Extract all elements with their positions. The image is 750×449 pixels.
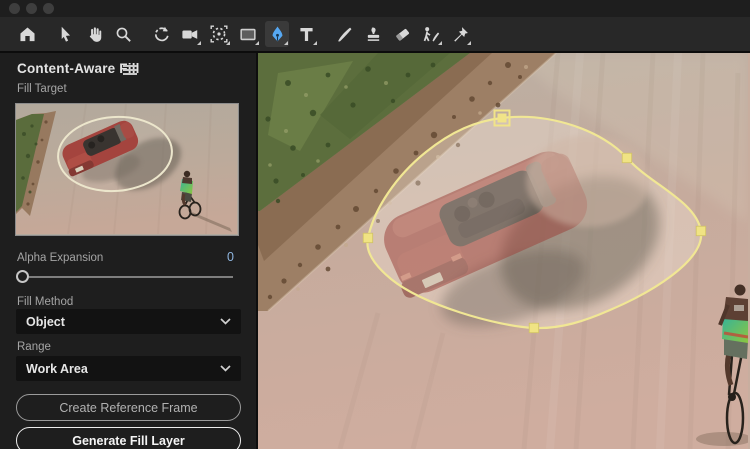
after-effects-window: Content-Aware Fill Fill Target <box>0 0 750 449</box>
generate-fill-layer-button[interactable]: Generate Fill Layer <box>16 427 241 449</box>
tool-eraser[interactable] <box>390 21 414 47</box>
mask-handle-top[interactable] <box>498 114 507 123</box>
mask-handle-bottom[interactable] <box>529 323 539 333</box>
tool-hand[interactable] <box>82 21 106 47</box>
slider-track[interactable] <box>29 276 233 278</box>
tool-selection[interactable] <box>53 21 77 47</box>
fill-method-dropdown[interactable]: Object <box>16 309 241 334</box>
magnifier-icon <box>114 25 133 44</box>
tool-puppet-pin[interactable] <box>448 21 472 47</box>
tool-type[interactable] <box>294 21 318 47</box>
selection-arrow-icon <box>56 25 75 44</box>
fill-target-preview <box>15 103 239 236</box>
fill-method-label: Fill Method <box>17 296 73 308</box>
subtool-triangle-icon <box>313 41 317 45</box>
slider-knob[interactable] <box>16 270 29 283</box>
tool-camera[interactable] <box>178 21 202 47</box>
fill-target-label: Fill Target <box>17 83 67 95</box>
mask-handle-upper-right[interactable] <box>622 153 632 163</box>
alpha-expansion-label: Alpha Expansion <box>17 252 103 264</box>
tool-roto-brush[interactable] <box>419 21 443 47</box>
window-dot-icon[interactable] <box>9 3 20 14</box>
subtool-triangle-icon <box>467 41 471 45</box>
subtool-triangle-icon <box>226 41 230 45</box>
tool-home[interactable] <box>15 21 39 47</box>
window-dot-icon[interactable] <box>43 3 54 14</box>
tool-orbit[interactable] <box>207 21 231 47</box>
hamburger-icon <box>123 65 137 67</box>
tool-rect-mask[interactable] <box>236 21 260 47</box>
mask-handle-right[interactable] <box>696 226 706 236</box>
chevron-down-icon <box>220 365 231 372</box>
brush-icon <box>335 25 354 44</box>
panel-menu-button[interactable] <box>122 63 138 77</box>
stamp-icon <box>364 25 383 44</box>
subtool-triangle-icon <box>284 41 288 45</box>
tools-toolbar <box>0 17 750 51</box>
fill-target-thumbnail <box>16 104 237 234</box>
composition-viewport[interactable] <box>258 53 750 449</box>
hamburger-icon <box>123 73 137 75</box>
alpha-expansion-value[interactable]: 0 <box>227 250 234 264</box>
create-reference-frame-button[interactable]: Create Reference Frame <box>16 394 241 421</box>
range-label: Range <box>17 341 51 353</box>
subtool-triangle-icon <box>197 41 201 45</box>
rotate-icon <box>152 25 171 44</box>
chevron-down-icon <box>220 318 231 325</box>
alpha-expansion-slider[interactable] <box>16 269 236 285</box>
window-titlebar <box>0 0 750 17</box>
home-icon <box>18 25 37 44</box>
tool-clone-stamp[interactable] <box>361 21 385 47</box>
subtool-triangle-icon <box>438 41 442 45</box>
subtool-triangle-icon <box>255 41 259 45</box>
hand-icon <box>85 25 104 44</box>
range-dropdown[interactable]: Work Area <box>16 356 241 381</box>
fill-method-selected-value: Object <box>26 315 65 329</box>
range-selected-value: Work Area <box>26 362 88 376</box>
composition-canvas[interactable] <box>258 53 748 449</box>
hamburger-icon <box>123 69 137 71</box>
window-dot-icon[interactable] <box>26 3 37 14</box>
tool-pen[interactable] <box>265 21 289 47</box>
tool-zoom[interactable] <box>111 21 135 47</box>
tool-brush[interactable] <box>332 21 356 47</box>
tool-rotation[interactable] <box>149 21 173 47</box>
eraser-icon <box>393 25 412 44</box>
content-aware-fill-panel: Content-Aware Fill Fill Target <box>0 53 258 449</box>
mask-handle-left[interactable] <box>363 233 373 243</box>
